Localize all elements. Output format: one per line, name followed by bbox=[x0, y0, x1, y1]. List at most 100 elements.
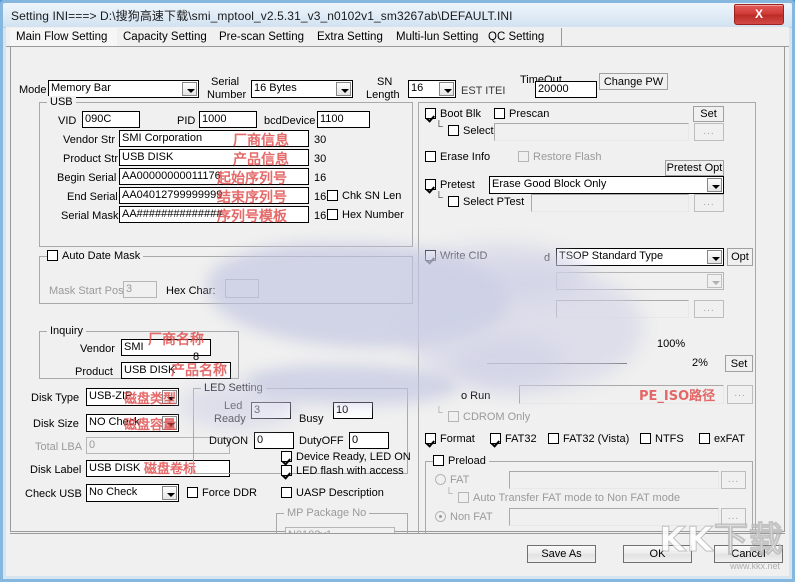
tab-multi-lun-setting[interactable]: Multi-lun Setting bbox=[390, 28, 495, 46]
check-usb-select[interactable]: No Check bbox=[86, 484, 179, 502]
auto-transfer-checkbox[interactable]: Auto Transfer FAT mode to Non FAT mode bbox=[458, 492, 680, 504]
led-flash-with-access-checkbox[interactable]: LED flash with access bbox=[281, 465, 404, 477]
vendor-str-input[interactable]: SMI Corporation bbox=[119, 130, 309, 147]
vid-input[interactable]: 090C bbox=[82, 111, 140, 128]
boot-blk-select-checkbox[interactable]: Select bbox=[448, 125, 494, 137]
chevron-down-icon[interactable] bbox=[162, 486, 177, 500]
exfat-checkbox[interactable]: exFAT bbox=[699, 433, 745, 445]
format-checkbox[interactable]: Format bbox=[425, 433, 475, 445]
boot-blk-label: Boot Blk bbox=[440, 108, 481, 120]
auto-date-mask-checkbox[interactable]: Auto Date Mask bbox=[47, 250, 140, 262]
cdrom-only-checkbox[interactable]: CDROM Only bbox=[448, 411, 530, 423]
chevron-down-icon[interactable] bbox=[162, 390, 177, 404]
fat32-checkbox[interactable]: FAT32 bbox=[490, 433, 537, 445]
led-ready-label-line1: Led bbox=[224, 400, 243, 412]
write-cid-checkbox[interactable]: Write CID bbox=[425, 250, 487, 262]
percent-set-button[interactable]: Set bbox=[725, 355, 753, 372]
chevron-down-icon[interactable] bbox=[182, 82, 197, 96]
close-icon[interactable]: X bbox=[734, 4, 784, 25]
boot-blk-select-input[interactable] bbox=[494, 123, 689, 141]
flash-type-select[interactable]: TSOP Standard Type bbox=[556, 248, 724, 266]
auto-transfer-box bbox=[458, 492, 469, 503]
hex-char-input[interactable] bbox=[225, 279, 259, 298]
prescan-box bbox=[494, 108, 505, 119]
force-ddr-checkbox[interactable]: Force DDR bbox=[187, 487, 257, 499]
cancel-button[interactable]: Cancel bbox=[714, 545, 783, 563]
tab-pre-scan-setting[interactable]: Pre-scan Setting bbox=[213, 28, 324, 46]
bcd-device-input[interactable]: 1100 bbox=[317, 111, 370, 128]
chevron-down-icon[interactable] bbox=[439, 82, 454, 96]
prescan-checkbox[interactable]: Prescan bbox=[494, 108, 549, 120]
inquiry-product-input[interactable]: USB DISK bbox=[121, 362, 231, 379]
disk-type-select[interactable]: USB-ZIP bbox=[86, 388, 179, 406]
sn-length-select[interactable]: 16 bbox=[408, 80, 456, 98]
non-fat-path-input[interactable] bbox=[509, 508, 719, 526]
cdrom-only-label: CDROM Only bbox=[463, 411, 531, 423]
device-ready-led-on-checkbox[interactable]: Device Ready, LED ON bbox=[281, 451, 411, 463]
chk-sn-len-checkbox[interactable]: Chk SN Len bbox=[327, 190, 401, 202]
boot-blk-box bbox=[425, 108, 436, 119]
pretest-select[interactable]: Erase Good Block Only bbox=[489, 176, 724, 194]
secondary-select[interactable] bbox=[556, 272, 724, 290]
pid-input[interactable]: 1000 bbox=[199, 111, 257, 128]
duty-on-input[interactable]: 0 bbox=[254, 432, 294, 449]
timeout-input[interactable]: 20000 bbox=[535, 81, 597, 98]
pretest-opt-button[interactable]: Pretest Opt bbox=[665, 160, 724, 176]
auto-transfer-elbow-icon: └ bbox=[445, 488, 453, 500]
obscured-path-browse-button[interactable]: ... bbox=[694, 300, 724, 318]
fat-radio[interactable]: FAT bbox=[435, 474, 469, 486]
prescan-label: Prescan bbox=[509, 108, 550, 120]
end-serial-input[interactable]: AA04012799999999 bbox=[119, 187, 309, 204]
disk-size-label: Disk Size bbox=[33, 418, 79, 430]
auto-run-input[interactable] bbox=[519, 385, 724, 404]
flash-type-opt-button[interactable]: Opt bbox=[727, 248, 753, 266]
chevron-down-icon[interactable] bbox=[707, 250, 722, 264]
window-title: Setting INI===> D:\搜狗高速下载\smi_mptool_v2.… bbox=[11, 9, 513, 23]
fat-path-input[interactable] bbox=[509, 471, 719, 489]
format-box bbox=[425, 433, 436, 444]
boot-blk-browse-button[interactable]: ... bbox=[694, 123, 724, 141]
fat32-vista-checkbox[interactable]: FAT32 (Vista) bbox=[548, 433, 629, 445]
mask-start-pos-input[interactable]: 3 bbox=[123, 281, 157, 298]
tab-main-flow-setting[interactable]: Main Flow Setting bbox=[10, 28, 130, 48]
tab-qc-setting[interactable]: QC Setting bbox=[482, 28, 562, 46]
duty-off-input[interactable]: 0 bbox=[349, 432, 389, 449]
auto-run-browse-button[interactable]: ... bbox=[727, 385, 753, 404]
exfat-box bbox=[699, 433, 710, 444]
restore-flash-checkbox[interactable]: Restore Flash bbox=[518, 151, 601, 163]
obscured-path-input[interactable] bbox=[556, 300, 689, 318]
tab-capacity-setting[interactable]: Capacity Setting bbox=[117, 28, 226, 46]
disk-size-select[interactable]: NO Check bbox=[86, 414, 179, 432]
uasp-description-checkbox[interactable]: UASP Description bbox=[281, 487, 384, 499]
save-as-button[interactable]: Save As bbox=[527, 545, 596, 563]
select-ptest-browse-button[interactable]: ... bbox=[694, 194, 724, 212]
pretest-checkbox[interactable]: Pretest bbox=[425, 179, 475, 191]
select-ptest-input[interactable] bbox=[531, 194, 689, 212]
fat-browse-button[interactable]: ... bbox=[721, 471, 746, 489]
mode-select-value: Memory Bar bbox=[51, 82, 111, 94]
select-ptest-checkbox[interactable]: Select PTest bbox=[448, 196, 524, 208]
hex-number-checkbox[interactable]: Hex Number bbox=[327, 209, 404, 221]
chevron-down-icon[interactable] bbox=[707, 178, 722, 192]
led-ready-input[interactable]: 3 bbox=[251, 402, 291, 419]
boot-blk-checkbox[interactable]: Boot Blk bbox=[425, 108, 481, 120]
non-fat-browse-button[interactable]: ... bbox=[721, 508, 746, 526]
boot-blk-set-button[interactable]: Set bbox=[693, 106, 724, 122]
serial-number-select[interactable]: 16 Bytes bbox=[251, 80, 353, 98]
ok-button[interactable]: OK bbox=[623, 545, 692, 563]
non-fat-radio[interactable]: Non FAT bbox=[435, 511, 493, 523]
preload-checkbox[interactable]: Preload bbox=[433, 455, 486, 467]
begin-serial-input[interactable]: AA00000000011176 bbox=[119, 168, 309, 185]
busy-input[interactable]: 10 bbox=[333, 402, 373, 419]
chevron-down-icon[interactable] bbox=[336, 82, 351, 96]
percent-slider-track[interactable] bbox=[487, 363, 627, 364]
ntfs-checkbox[interactable]: NTFS bbox=[640, 433, 684, 445]
serial-mask-input[interactable]: AA############## bbox=[119, 206, 309, 223]
auto-run-label: o Run bbox=[461, 390, 491, 402]
check-usb-select-value: No Check bbox=[89, 486, 138, 498]
chevron-down-icon[interactable] bbox=[707, 274, 722, 288]
erase-info-checkbox[interactable]: Erase Info bbox=[425, 151, 490, 163]
change-pw-button[interactable]: Change PW bbox=[599, 73, 668, 90]
product-str-input[interactable]: USB DISK bbox=[119, 149, 309, 166]
chevron-down-icon[interactable] bbox=[162, 416, 177, 430]
